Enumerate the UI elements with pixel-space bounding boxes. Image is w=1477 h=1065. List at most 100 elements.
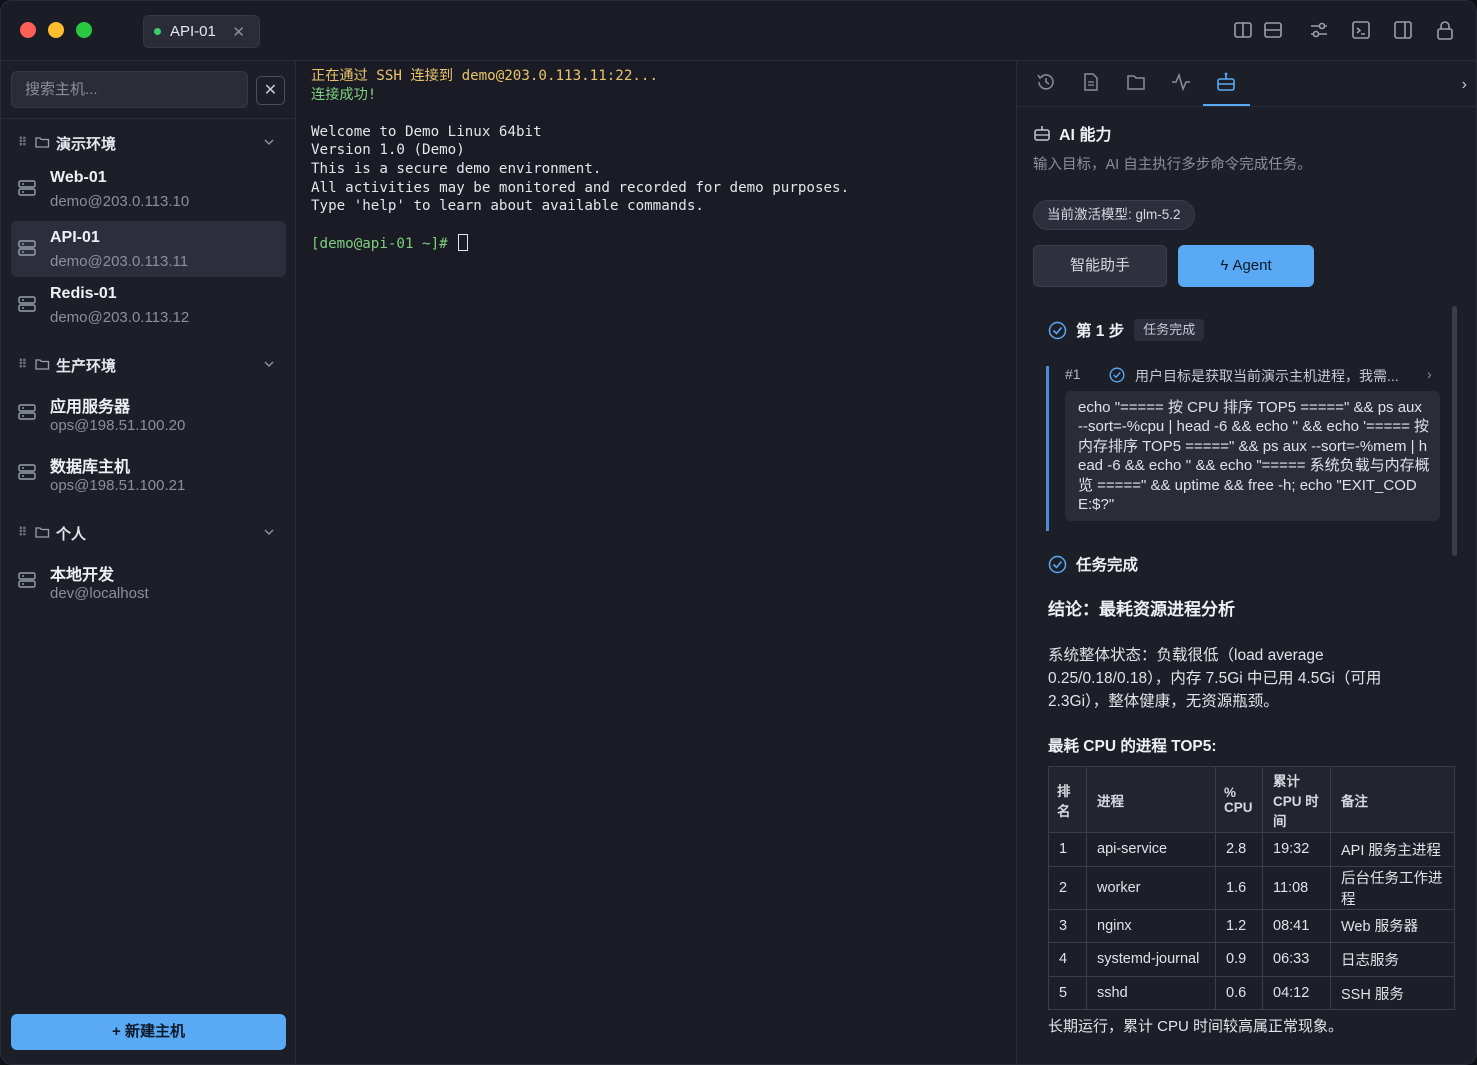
step-index: #1	[1065, 366, 1081, 382]
table-cell: 11:08	[1262, 865, 1331, 910]
terminal-line: Version 1.0 (Demo)	[311, 142, 465, 159]
chevron-right-icon[interactable]: ›	[1427, 366, 1432, 382]
table-row: 3 nginx 1.2 08:41 Web 服务器	[1048, 908, 1455, 944]
table-cell: SSH 服务	[1330, 975, 1455, 1011]
step-status-badge: 任务完成	[1134, 319, 1205, 341]
host-address: demo@203.0.113.10	[50, 193, 190, 210]
column-header: 备注	[1330, 766, 1455, 833]
table-cell: 1	[1048, 832, 1087, 867]
tab-close-icon[interactable]: ✕	[232, 23, 245, 41]
session-tab[interactable]: API-01 ✕	[143, 15, 260, 48]
step-summary-row[interactable]: #1 用户目标是获取当前演示主机进程，我需... ›	[1065, 365, 1445, 385]
host-item-redis-01[interactable]: Redis-01 demo@203.0.113.12	[11, 277, 286, 333]
server-icon	[18, 180, 36, 196]
check-circle-icon	[1048, 321, 1067, 339]
host-address: ops@198.51.100.21	[50, 477, 186, 494]
group-name: 演示环境	[56, 136, 117, 153]
host-item-db-host[interactable]: 数据库主机 ops@198.51.100.21	[11, 445, 286, 501]
host-name: API-01	[50, 229, 100, 246]
step-summary: 用户目标是获取当前演示主机进程，我需...	[1135, 368, 1399, 384]
task-complete-header: 任务完成	[1048, 553, 1138, 575]
minimize-window-button[interactable]	[48, 22, 64, 38]
table-cell: 1.6	[1215, 865, 1263, 910]
table-cell: 06:33	[1262, 942, 1331, 977]
step-header: 第 1 步 任务完成	[1048, 319, 1205, 341]
terminal-icon[interactable]	[1350, 19, 1372, 41]
table-cell: API 服务主进程	[1330, 832, 1455, 867]
new-host-button[interactable]: + 新建主机	[11, 1014, 286, 1050]
model-badge[interactable]: 当前激活模型: glm-5.2	[1033, 200, 1195, 230]
titlebar: API-01 ✕	[1, 1, 1476, 61]
host-item-api-01[interactable]: API-01 demo@203.0.113.11	[11, 221, 286, 277]
drag-handle-icon[interactable]: ⠿	[18, 357, 27, 371]
table-cell: 5	[1048, 975, 1087, 1011]
lightning-icon: ϟ	[1220, 257, 1233, 274]
terminal-line: Type 'help' to learn about available com…	[311, 198, 704, 215]
chevron-down-icon[interactable]	[263, 136, 275, 148]
clear-search-button[interactable]: ✕	[256, 76, 285, 105]
footer-note: 长期运行，累计 CPU 时间较高属正常现象。	[1048, 1018, 1344, 1035]
close-window-button[interactable]	[20, 22, 36, 38]
host-name: 本地开发	[50, 567, 115, 584]
connected-status-dot	[154, 28, 161, 35]
terminal-output[interactable]: 正在通过 SSH 连接到 demo@203.0.113.11:22... 连接成功…	[297, 61, 1016, 1064]
agent-label: Agent	[1232, 257, 1272, 274]
table-header-row: 排名 进程 % CPU 累计 CPU 时间 备注	[1048, 766, 1455, 833]
table-cell: worker	[1086, 865, 1216, 910]
table-row: 2 worker 1.6 11:08 后台任务工作进程	[1048, 865, 1455, 910]
history-icon[interactable]	[1035, 71, 1057, 93]
group-header-production[interactable]: ⠿ 生产环境	[1, 353, 296, 383]
split-vertical-icon[interactable]	[1232, 19, 1254, 41]
toggle-sidebar-icon[interactable]	[1392, 19, 1414, 41]
host-name: 应用服务器	[50, 399, 131, 416]
group-header-personal[interactable]: ⠿ 个人	[1, 521, 296, 551]
panel-subtitle: 输入目标，AI 自主执行多步命令完成任务。	[1033, 157, 1312, 173]
active-tab-indicator	[1203, 104, 1250, 106]
process-table: 排名 进程 % CPU 累计 CPU 时间 备注 1 api-service 2…	[1048, 766, 1455, 1011]
table-cell: 日志服务	[1330, 942, 1455, 977]
group-header-demo[interactable]: ⠿ 演示环境	[1, 131, 296, 161]
table-cell: api-service	[1086, 832, 1216, 867]
maximize-window-button[interactable]	[76, 22, 92, 38]
drag-handle-icon[interactable]: ⠿	[18, 525, 27, 539]
status-paragraph: 系统整体状态：负载很低（load average 0.25/0.18/0.18）…	[1048, 647, 1382, 710]
host-name: 数据库主机	[50, 459, 131, 476]
table-cell: Web 服务器	[1330, 908, 1455, 944]
table-cell: 08:41	[1262, 908, 1331, 944]
chevron-down-icon[interactable]	[263, 526, 275, 538]
host-item-web-01[interactable]: Web-01 demo@203.0.113.10	[11, 161, 286, 217]
document-icon[interactable]	[1080, 71, 1102, 93]
server-icon	[18, 464, 36, 480]
host-address: dev@localhost	[50, 585, 149, 602]
agent-mode-button[interactable]: ϟ Agent	[1178, 245, 1314, 287]
chevron-right-icon[interactable]: ›	[1462, 76, 1467, 94]
host-search-input[interactable]: 搜索主机...	[11, 71, 248, 108]
column-header: 进程	[1086, 766, 1216, 833]
step-title: 第 1 步	[1076, 323, 1125, 340]
table-row: 5 sshd 0.6 04:12 SSH 服务	[1048, 975, 1455, 1011]
folder-icon	[35, 359, 50, 370]
host-name: Web-01	[50, 169, 107, 186]
host-item-local-dev[interactable]: 本地开发 dev@localhost	[11, 553, 286, 609]
host-address: demo@203.0.113.11	[50, 253, 189, 270]
chevron-down-icon[interactable]	[263, 358, 275, 370]
table-cell: sshd	[1086, 975, 1216, 1011]
drag-handle-icon[interactable]: ⠿	[18, 135, 27, 149]
terminal-line: Welcome to Demo Linux 64bit	[311, 123, 542, 140]
table-cell: nginx	[1086, 908, 1216, 944]
ai-robot-icon[interactable]	[1215, 71, 1237, 93]
settings-sliders-icon[interactable]	[1308, 19, 1330, 41]
server-icon	[18, 240, 36, 256]
command-block: echo "===== 按 CPU 排序 TOP5 =====" && ps a…	[1065, 391, 1440, 521]
folder-icon[interactable]	[1125, 71, 1147, 93]
assistant-mode-button[interactable]: 智能助手	[1033, 245, 1167, 287]
panel-scrollbar[interactable]	[1452, 306, 1457, 556]
host-name: Redis-01	[50, 285, 117, 302]
split-horizontal-icon[interactable]	[1262, 19, 1284, 41]
table-cell: systemd-journal	[1086, 942, 1216, 977]
activity-icon[interactable]	[1170, 71, 1192, 93]
sidebar-divider	[1, 118, 296, 119]
table-row: 1 api-service 2.8 19:32 API 服务主进程	[1048, 832, 1455, 867]
lock-icon[interactable]	[1434, 19, 1456, 41]
host-item-app-server[interactable]: 应用服务器 ops@198.51.100.20	[11, 385, 286, 441]
